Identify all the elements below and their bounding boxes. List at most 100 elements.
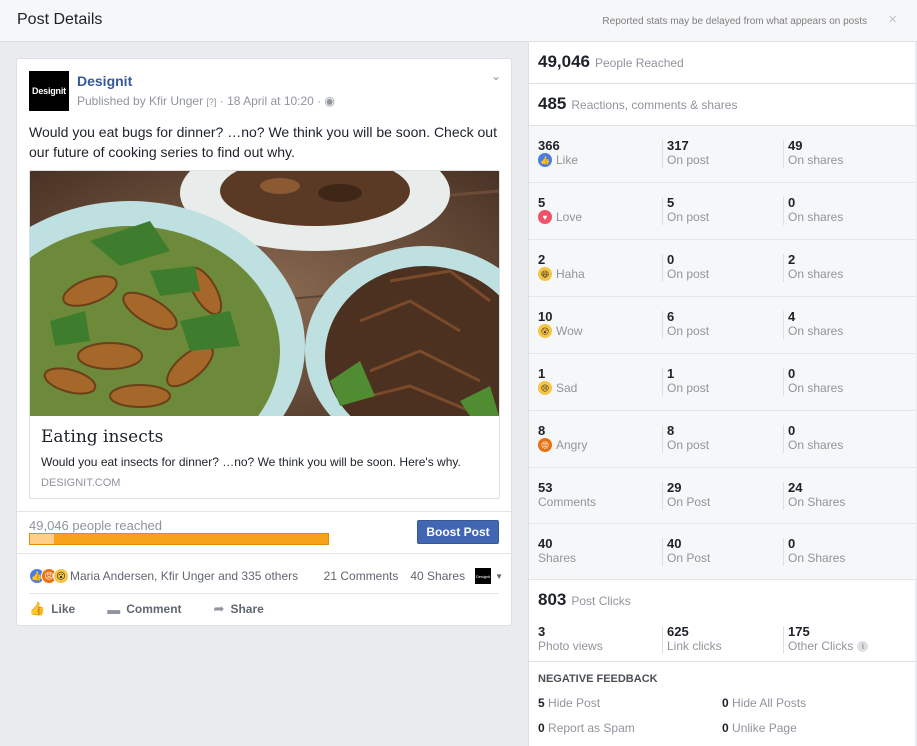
- stat-total-value: 366: [538, 138, 560, 153]
- stat-on-shares: 49 On shares: [788, 138, 843, 167]
- people-reached-value: 49,046: [538, 52, 590, 71]
- stat-on-post: 317 On post: [667, 138, 709, 167]
- stat-total-label: Like: [556, 153, 579, 167]
- divider: [783, 254, 784, 282]
- share-label: Share: [230, 602, 264, 616]
- comment-button[interactable]: ▬ Comment: [107, 599, 181, 619]
- stat-total-value: 10: [538, 309, 553, 324]
- photo-views-value: 3: [538, 624, 546, 639]
- stats-panel: 49,046 People Reached 485 Reactions, comme…: [528, 42, 916, 746]
- stat-on-shares: 0 On shares: [788, 195, 843, 224]
- comments-count[interactable]: 21 Comments: [324, 569, 399, 583]
- stat-total-label-row: 😆 Haha: [538, 267, 585, 281]
- stat-on-post: 5 On post: [667, 195, 709, 224]
- stat-total-label: Love: [556, 210, 583, 224]
- stat-on-shares-label: On Shares: [788, 495, 846, 509]
- info-icon[interactable]: i: [857, 640, 869, 652]
- page-avatar-icon[interactable]: Designit: [475, 568, 492, 584]
- stat-on-shares-label: On shares: [788, 210, 844, 224]
- comment-label: Comment: [126, 602, 182, 616]
- stat-on-shares-value: 2: [788, 252, 796, 267]
- reaction-icons[interactable]: 👍 😡 😮: [29, 568, 69, 584]
- stat-on-post-label: On Post: [667, 551, 711, 565]
- stat-row: 5 ♥ Love 5 On post 0 On shares: [529, 183, 916, 240]
- chevron-down-icon[interactable]: ⌄: [491, 69, 501, 83]
- people-reached-label: People Reached: [595, 56, 684, 70]
- close-icon[interactable]: ×: [888, 11, 897, 28]
- stat-row: 1 😢 Sad 1 On post 0 On shares: [529, 354, 916, 411]
- stat-total-label-row: 👍 Like: [538, 153, 578, 167]
- divider: [662, 311, 663, 339]
- link-title[interactable]: Eating insects: [41, 427, 163, 447]
- page-logo[interactable]: Designit: [29, 71, 69, 111]
- reaction-names[interactable]: Maria Andersen, Kfir Unger and 335 other…: [70, 569, 312, 583]
- engagement-section: 485 Reactions, comments & shares: [529, 84, 916, 126]
- divider: [783, 140, 784, 168]
- divider: [783, 538, 784, 566]
- comment-icon: ▬: [107, 601, 121, 617]
- post-photo[interactable]: [30, 171, 499, 416]
- stat-on-post-label: On post: [667, 438, 710, 452]
- unlike-value: 0: [722, 721, 729, 735]
- reactions-summary: 👍 😡 😮 Maria Andersen, Kfir Unger and 335…: [29, 566, 503, 586]
- divider: [783, 626, 784, 654]
- link-clicks-label: Link clicks: [667, 639, 722, 653]
- stat-total-label-row: Shares: [538, 551, 576, 565]
- stat-total-value: 40: [538, 536, 553, 551]
- stat-total-label-row: 😡 Angry: [538, 438, 587, 452]
- stat-on-post-label: On post: [667, 267, 710, 281]
- stat-on-shares-label: On shares: [788, 153, 844, 167]
- stat-on-shares-label: On Shares: [788, 551, 846, 565]
- help-link[interactable]: [?]: [206, 97, 216, 107]
- wow-icon: 😮: [538, 324, 552, 338]
- like-label: Like: [51, 602, 76, 616]
- unlike-label: Unlike Page: [732, 721, 797, 735]
- divider: [783, 368, 784, 396]
- divider: [783, 311, 784, 339]
- stat-total-value: 53: [538, 480, 553, 495]
- post-preview-panel: Designit Designit Published by Kfir Unge…: [0, 42, 528, 746]
- reach-progress-fill: [30, 534, 54, 544]
- stat-on-shares-value: 4: [788, 309, 796, 324]
- photo-views-stat: 3 Photo views: [538, 624, 603, 653]
- divider: [662, 368, 663, 396]
- link-preview[interactable]: Eating insects Would you eat insects for…: [29, 170, 500, 499]
- stat-total-value: 2: [538, 252, 546, 267]
- link-clicks-value: 625: [667, 624, 689, 639]
- stat-total: 366 👍 Like: [538, 138, 578, 167]
- photo-views-label: Photo views: [538, 639, 603, 653]
- caret-down-icon[interactable]: ▼: [495, 572, 503, 581]
- post-clicks-value: 803: [538, 590, 567, 609]
- like-button[interactable]: 👍 Like: [29, 599, 75, 619]
- stat-total-value: 5: [538, 195, 546, 210]
- stat-on-post-label: On Post: [667, 495, 711, 509]
- shares-count[interactable]: 40 Shares: [410, 569, 465, 583]
- stat-on-shares: 4 On shares: [788, 309, 843, 338]
- stat-row: 366 👍 Like 317 On post 49 On shares: [529, 126, 916, 183]
- boost-post-button[interactable]: Boost Post: [417, 520, 499, 544]
- divider: [662, 626, 663, 654]
- stat-row: 8 😡 Angry 8 On post 0 On shares: [529, 411, 916, 468]
- stat-on-post-label: On post: [667, 381, 710, 395]
- stat-on-post: 1 On post: [667, 366, 709, 395]
- stat-on-post-value: 1: [667, 366, 675, 381]
- link-domain: DESIGNIT.COM: [41, 477, 121, 489]
- post-date[interactable]: · 18 April at 10:20 ·: [220, 94, 321, 108]
- dialog-title: Post Details: [17, 11, 103, 28]
- stat-on-post-label: On post: [667, 210, 710, 224]
- stat-row: 40 Shares 40 On Post 0 On Shares: [529, 524, 916, 580]
- page-name-link[interactable]: Designit: [77, 73, 132, 89]
- stat-on-post-label: On post: [667, 324, 710, 338]
- divider: [29, 593, 499, 594]
- divider: [783, 197, 784, 225]
- stat-on-shares-value: 0: [788, 536, 796, 551]
- share-button[interactable]: ➦ Share: [214, 599, 264, 619]
- globe-icon: ◉: [324, 94, 335, 108]
- reach-progress-bar: [29, 533, 329, 545]
- stat-on-post: 6 On post: [667, 309, 709, 338]
- stat-total: 40 Shares: [538, 536, 576, 565]
- stat-total-label: Haha: [556, 267, 585, 281]
- stat-on-shares-label: On shares: [788, 381, 844, 395]
- stat-on-post: 0 On post: [667, 252, 709, 281]
- stat-on-post-value: 0: [667, 252, 675, 267]
